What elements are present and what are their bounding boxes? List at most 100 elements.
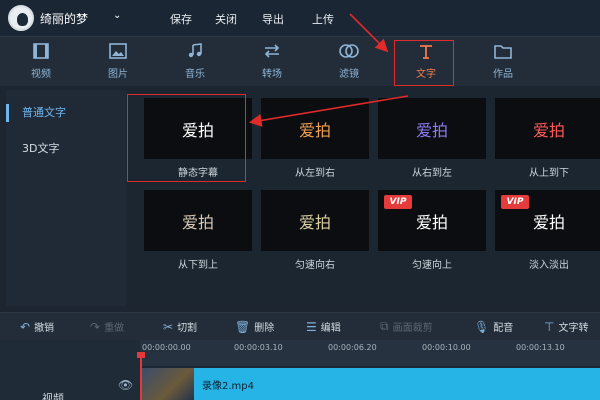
video-track-label: 视频 — [42, 392, 64, 400]
bird-logo-icon — [17, 13, 28, 26]
clip-name: 录像2.mp4 — [202, 381, 254, 392]
sidebar-item-normal-text[interactable]: 普通文字 — [22, 104, 66, 120]
tab-text-label: 文字 — [416, 69, 436, 80]
crop-button[interactable]: ⧉ 画面裁剪 — [380, 319, 433, 334]
card-thumbnail: 爱拍 — [261, 190, 369, 251]
cut-label: 切割 — [177, 323, 198, 334]
text-style-grid: 爱拍 静态字幕 爱拍 从左到右 爱拍 从右到左 爱拍 从上到下 爱拍 从下到上 … — [130, 90, 600, 306]
export-menu[interactable]: 导出 — [262, 11, 284, 27]
card-caption: 静态字幕 — [178, 168, 218, 179]
card-sample-text: 爱拍 — [415, 120, 448, 140]
dub-button[interactable]: 🎙 配音 — [474, 319, 514, 335]
time-ruler[interactable]: 00:00:00.00 00:00:03.10 00:00:06.20 00:0… — [140, 340, 600, 366]
tick-label: 00:00:10.00 — [422, 343, 471, 352]
tab-image-label: 图片 — [108, 69, 128, 80]
text-style-card[interactable]: 爱拍 从上到下 — [495, 98, 600, 179]
text-style-card[interactable]: 爱拍 匀速向右 — [261, 190, 369, 271]
tick-label: 00:00:06.20 — [328, 343, 377, 352]
text-style-card[interactable]: VIP 爱拍 淡入淡出 — [495, 190, 600, 271]
undo-icon: ↶ — [20, 319, 31, 334]
card-caption: 从上到下 — [529, 168, 569, 179]
card-caption: 淡入淡出 — [529, 260, 569, 271]
transition-arrows-icon — [242, 43, 302, 63]
text-convert-label: 文字转 — [558, 323, 589, 334]
tick-label: 00:00:03.10 — [234, 343, 283, 352]
tab-works-label: 作品 — [493, 69, 513, 80]
card-sample-text: 爱拍 — [415, 212, 448, 232]
user-avatar[interactable] — [8, 5, 34, 31]
tick-label: 00:00:13.10 — [516, 343, 565, 352]
text-convert-icon: ⊤ — [544, 319, 555, 334]
active-indicator — [6, 104, 9, 122]
card-caption: 从下到上 — [178, 260, 218, 271]
text-style-card[interactable]: 爱拍 从下到上 — [144, 190, 252, 271]
edit-list-icon: ☰ — [306, 319, 317, 334]
playhead[interactable] — [140, 354, 142, 400]
video-clip[interactable]: 录像2.mp4 — [142, 368, 600, 400]
upload-menu[interactable]: 上传 — [312, 11, 334, 27]
film-icon — [11, 43, 71, 63]
redo-label: 重做 — [104, 323, 125, 334]
tab-music-label: 音乐 — [185, 69, 205, 80]
tab-text[interactable]: 文字 — [396, 43, 456, 83]
card-thumbnail: 爱拍 — [378, 98, 486, 159]
tab-transition-label: 转场 — [262, 69, 282, 80]
tab-music[interactable]: 音乐 — [165, 43, 225, 83]
edit-label: 编辑 — [320, 323, 341, 334]
delete-button[interactable]: 🗑 删除 — [235, 319, 275, 335]
crop-label: 画面裁剪 — [392, 323, 433, 334]
dub-label: 配音 — [493, 323, 514, 334]
clip-thumbnail — [142, 368, 194, 400]
filter-circles-icon — [319, 43, 379, 63]
eye-icon[interactable]: 👁 — [118, 378, 133, 392]
card-sample-text: 爱拍 — [532, 120, 565, 140]
tab-video[interactable]: 视频 — [11, 43, 71, 83]
card-thumbnail: 爱拍 — [495, 98, 600, 159]
edit-toolbar: ↶ 撤销 ↷ 重做 ✂ 切割 🗑 删除 ☰ 编辑 ⧉ 画面裁剪 🎙 配音 ⊤ 文字转 — [0, 312, 600, 340]
undo-button[interactable]: ↶ 撤销 — [20, 319, 54, 335]
username[interactable]: 绮丽的梦 — [40, 10, 88, 27]
card-caption: 匀速向右 — [295, 260, 335, 271]
text-style-card[interactable]: VIP 爱拍 匀速向上 — [378, 190, 486, 271]
folder-icon — [473, 43, 533, 63]
music-note-icon — [165, 43, 225, 63]
save-menu[interactable]: 保存 — [170, 11, 192, 27]
cut-button[interactable]: ✂ 切割 — [163, 319, 198, 335]
main-tab-bar: 视频 图片 音乐 转场 滤镜 文字 作品 — [0, 36, 600, 86]
tab-video-label: 视频 — [31, 69, 51, 80]
sidebar-item-3d-text[interactable]: 3D文字 — [22, 140, 59, 156]
vip-badge: VIP — [384, 195, 412, 209]
chevron-down-icon[interactable]: ⌄ — [113, 10, 121, 21]
image-icon — [88, 43, 148, 63]
text-style-card[interactable]: 爱拍 从右到左 — [378, 98, 486, 179]
card-sample-text: 爱拍 — [181, 120, 214, 140]
card-caption: 从左到右 — [295, 168, 335, 179]
tab-works[interactable]: 作品 — [473, 43, 533, 83]
tab-transition[interactable]: 转场 — [242, 43, 302, 83]
crop-icon: ⧉ — [380, 319, 389, 333]
card-thumbnail: 爱拍 — [144, 190, 252, 251]
edit-button[interactable]: ☰ 编辑 — [306, 319, 341, 335]
redo-button[interactable]: ↷ 重做 — [90, 319, 125, 335]
card-thumbnail: VIP 爱拍 — [495, 190, 600, 251]
trash-icon: 🗑 — [235, 319, 251, 334]
microphone-icon: 🎙 — [474, 319, 490, 334]
delete-label: 删除 — [254, 323, 275, 334]
tab-image[interactable]: 图片 — [88, 43, 148, 83]
text-convert-button[interactable]: ⊤ 文字转 — [544, 319, 589, 335]
text-style-card[interactable]: 爱拍 静态字幕 — [144, 98, 252, 179]
card-caption: 匀速向上 — [412, 260, 452, 271]
timeline: 00:00:00.00 00:00:03.10 00:00:06.20 00:0… — [0, 340, 600, 400]
redo-icon: ↷ — [90, 319, 101, 334]
vip-badge: VIP — [501, 195, 529, 209]
tab-filter[interactable]: 滤镜 — [319, 43, 379, 83]
card-thumbnail: 爱拍 — [144, 98, 252, 159]
scissors-icon: ✂ — [163, 319, 174, 334]
close-menu[interactable]: 关闭 — [215, 11, 237, 27]
card-sample-text: 爱拍 — [181, 212, 214, 232]
text-category-sidebar: 普通文字 3D文字 — [6, 90, 126, 306]
top-bar: 绮丽的梦 ⌄ 保存 关闭 导出 上传 — [0, 0, 600, 36]
text-t-icon — [396, 43, 456, 63]
text-style-card[interactable]: 爱拍 从左到右 — [261, 98, 369, 179]
card-sample-text: 爱拍 — [298, 212, 331, 232]
